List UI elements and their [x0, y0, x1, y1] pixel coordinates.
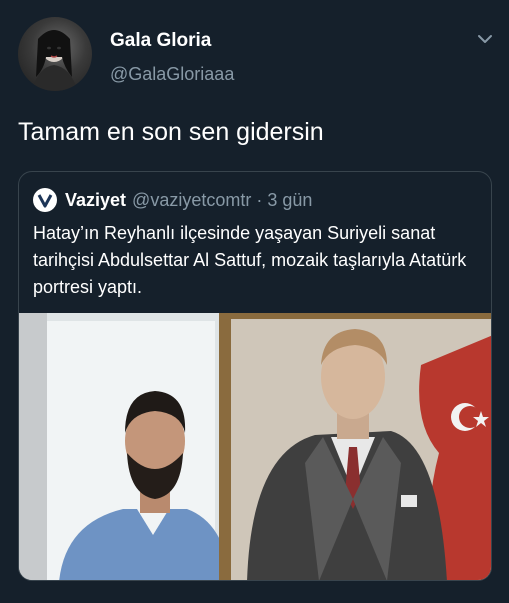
quoted-tweet-text: Hatay’ın Reyhanlı ilçesinde yaşayan Suri…	[33, 223, 467, 297]
quoted-account-handle[interactable]: @vaziyetcomtr	[132, 190, 251, 211]
quoted-tweet[interactable]: Vaziyet @vaziyetcomtr · 3 gün Hatay’ın R…	[18, 171, 492, 581]
author-handle[interactable]: @GalaGloriaaa	[110, 64, 234, 85]
author-name[interactable]: Gala Gloria	[110, 30, 211, 52]
tweet: Gala Gloria @GalaGloriaaa Tamam en son s…	[0, 0, 509, 603]
dot-separator: ·	[256, 189, 263, 210]
vaziyet-logo-icon	[33, 188, 57, 212]
quoted-timestamp[interactable]: 3 gün	[267, 190, 312, 211]
quoted-tweet-header: Vaziyet @vaziyetcomtr · 3 gün	[33, 188, 312, 212]
quoted-tweet-image[interactable]	[19, 313, 491, 580]
chevron-down-icon[interactable]	[474, 28, 496, 50]
quoted-account-name[interactable]: Vaziyet	[65, 190, 126, 211]
avatar[interactable]	[18, 17, 92, 91]
tweet-text: Tamam en son sen gidersin	[18, 118, 324, 146]
